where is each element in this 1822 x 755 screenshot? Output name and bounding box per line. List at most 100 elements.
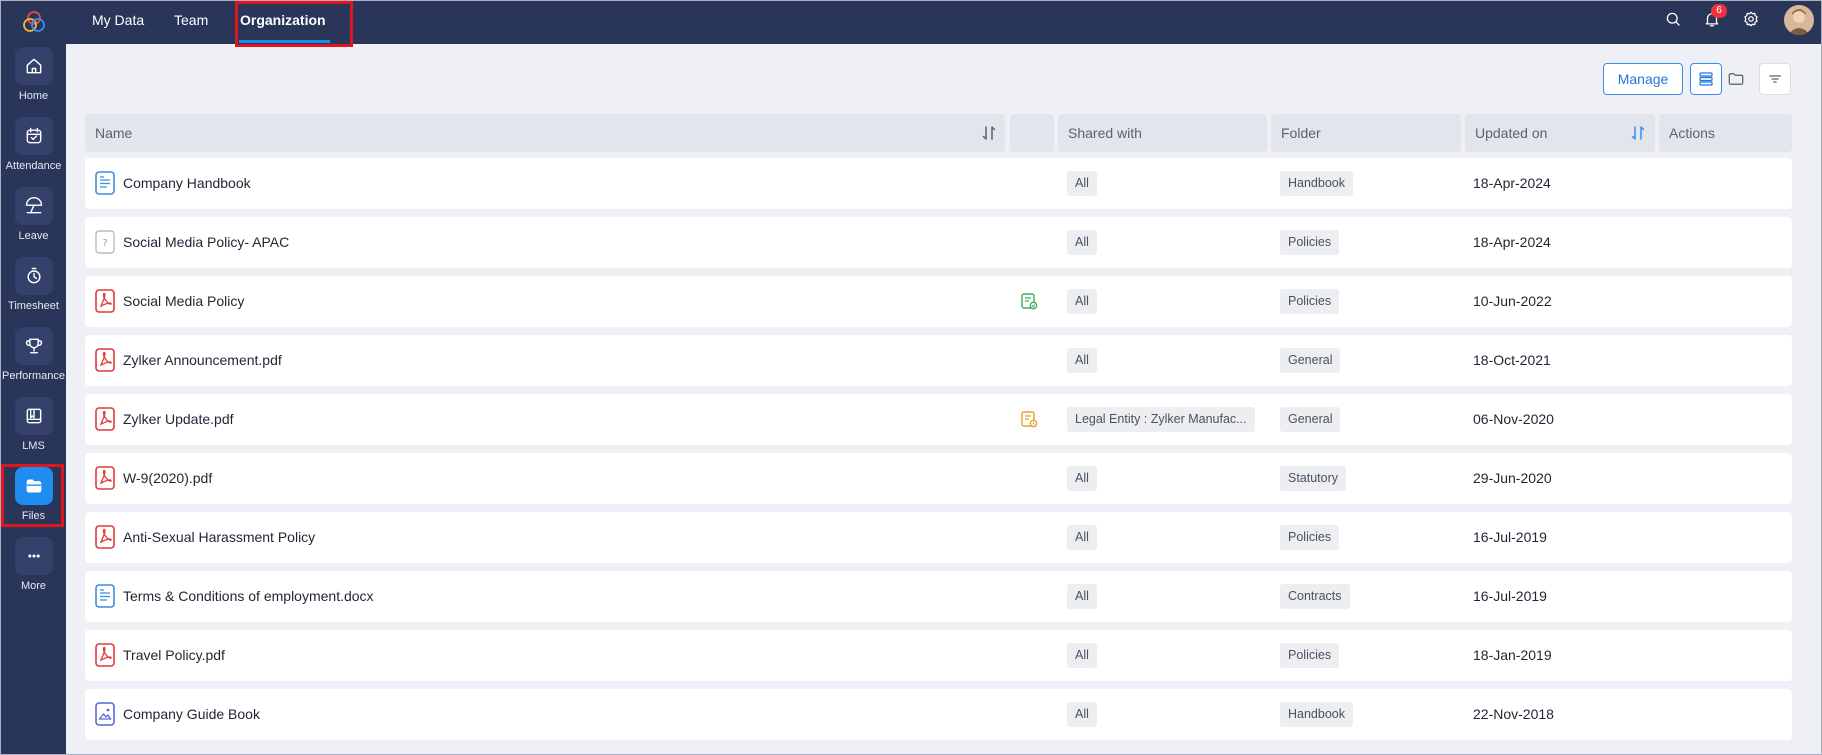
file-name[interactable]: Social Media Policy (123, 293, 244, 309)
folder-view-button[interactable] (1720, 63, 1752, 95)
sidebar-label: Attendance (5, 160, 62, 172)
sort-icon[interactable] (1630, 125, 1646, 141)
folder-chip: Policies (1280, 289, 1340, 314)
sidebar-label: Home (18, 90, 49, 102)
file-name[interactable]: Anti-Sexual Harassment Policy (123, 529, 315, 545)
shared-with-chip: All (1067, 466, 1097, 491)
file-name[interactable]: Travel Policy.pdf (123, 647, 225, 663)
sidebar-item-lms[interactable]: LMS (1, 397, 66, 459)
folder-chip: Handbook (1280, 702, 1353, 727)
app-logo[interactable] (21, 9, 47, 35)
pdf-icon (95, 466, 115, 490)
tab-team[interactable]: Team (174, 12, 208, 28)
table-row[interactable]: Travel Policy.pdf All Policies 18-Jan-2019 (85, 630, 1792, 681)
unknown-file-icon: ? (95, 230, 115, 254)
folder-chip: Handbook (1280, 171, 1353, 196)
sidebar-item-more[interactable]: More (1, 537, 66, 599)
more-icon (14, 537, 53, 575)
umbrella-icon (14, 187, 53, 225)
sidebar-item-leave[interactable]: Leave (1, 187, 66, 249)
book-icon (14, 397, 53, 435)
folder-chip: Policies (1280, 525, 1340, 550)
manage-button[interactable]: Manage (1603, 63, 1683, 95)
file-name[interactable]: Terms & Conditions of employment.docx (123, 588, 374, 604)
sort-icon[interactable] (981, 125, 997, 141)
highlight-box-files (1, 464, 64, 527)
sidebar: Home Attendance Leave Timesheet Performa… (1, 1, 66, 754)
sidebar-label: LMS (22, 440, 45, 452)
doc-icon (95, 584, 115, 608)
updated-on-date: 10-Jun-2022 (1473, 293, 1552, 309)
table-row[interactable]: ? Social Media Policy- APAC All Policies 18-… (85, 217, 1792, 268)
table-row[interactable]: W-9(2020).pdf All Statutory 29-Jun-2020 (85, 453, 1792, 504)
file-name[interactable]: Company Guide Book (123, 706, 260, 722)
updated-on-date: 29-Jun-2020 (1473, 470, 1552, 486)
table-row[interactable]: Zylker Update.pdf Legal Entity : Zylker M… (85, 394, 1792, 445)
updated-on-date: 18-Oct-2021 (1473, 352, 1551, 368)
column-header-name[interactable]: Name (85, 114, 1005, 152)
shared-with-chip: All (1067, 584, 1097, 609)
table-row[interactable]: Anti-Sexual Harassment Policy All Policies… (85, 512, 1792, 563)
column-header-label: Name (95, 125, 133, 141)
highlight-box-organization (235, 1, 353, 47)
sidebar-label: Timesheet (8, 300, 59, 312)
sidebar-label: Performance (2, 370, 65, 382)
file-name[interactable]: Social Media Policy- APAC (123, 234, 289, 250)
tab-my-data[interactable]: My Data (92, 12, 144, 28)
updated-on-date: 16-Jul-2019 (1473, 529, 1547, 545)
sidebar-item-timesheet[interactable]: Timesheet (1, 257, 66, 319)
shared-with-chip: Legal Entity : Zylker Manufac... (1067, 407, 1255, 432)
pdf-icon (95, 643, 115, 667)
column-header-label: Actions (1669, 125, 1715, 141)
table-row[interactable]: Zylker Announcement.pdf All General 18-Oct-… (85, 335, 1792, 386)
shared-with-chip: All (1067, 702, 1097, 727)
updated-on-date: 18-Jan-2019 (1473, 647, 1552, 663)
sidebar-item-home[interactable]: Home (1, 47, 66, 109)
trophy-icon (14, 327, 53, 365)
updated-on-date: 18-Apr-2024 (1473, 234, 1551, 250)
updated-on-date: 06-Nov-2020 (1473, 411, 1554, 427)
column-header-updated-on[interactable]: Updated on (1465, 114, 1655, 152)
column-header-label: Folder (1281, 125, 1321, 141)
calendar-check-icon (14, 117, 53, 155)
home-icon (14, 47, 53, 85)
orange-acknowledge-icon[interactable] (1020, 410, 1038, 428)
doc-icon (95, 171, 115, 195)
gear-icon[interactable] (1742, 10, 1764, 32)
pdf-icon (95, 525, 115, 549)
file-name[interactable]: W-9(2020).pdf (123, 470, 212, 486)
shared-with-chip: All (1067, 643, 1097, 668)
folder-chip: General (1280, 407, 1341, 432)
avatar[interactable] (1784, 5, 1814, 35)
pdf-icon (95, 407, 115, 431)
shared-with-chip: All (1067, 230, 1097, 255)
folder-view-icon (1728, 73, 1744, 85)
green-acknowledge-icon[interactable] (1020, 292, 1038, 310)
list-view-button[interactable] (1690, 63, 1722, 95)
file-name[interactable]: Company Handbook (123, 175, 251, 191)
sidebar-item-attendance[interactable]: Attendance (1, 117, 66, 179)
list-view-icon (1699, 72, 1713, 86)
pdf-icon (95, 348, 115, 372)
updated-on-date: 22-Nov-2018 (1473, 706, 1554, 722)
folder-chip: Policies (1280, 230, 1340, 255)
table-row[interactable]: Social Media Policy All Policies 10-Jun-202… (85, 276, 1792, 327)
table-row[interactable]: Company Guide Book All Handbook 22-Nov-2018 (85, 689, 1792, 740)
file-name[interactable]: Zylker Update.pdf (123, 411, 234, 427)
column-header-label: Shared with (1068, 125, 1142, 141)
search-icon[interactable] (1664, 10, 1686, 32)
svg-text:?: ? (102, 238, 107, 249)
table-row[interactable]: Company Handbook All Handbook 18-Apr-2024 (85, 158, 1792, 209)
file-name[interactable]: Zylker Announcement.pdf (123, 352, 282, 368)
filter-icon (1769, 75, 1781, 83)
image-doc-icon (95, 702, 115, 726)
folder-chip: General (1280, 348, 1341, 373)
shared-with-chip: All (1067, 289, 1097, 314)
sidebar-item-performance[interactable]: Performance (1, 327, 66, 389)
pdf-icon (95, 289, 115, 313)
table-row[interactable]: Terms & Conditions of employment.docx All… (85, 571, 1792, 622)
folder-chip: Policies (1280, 643, 1340, 668)
timer-icon (14, 257, 53, 295)
folder-chip: Contracts (1280, 584, 1350, 609)
filter-button[interactable] (1759, 63, 1791, 95)
